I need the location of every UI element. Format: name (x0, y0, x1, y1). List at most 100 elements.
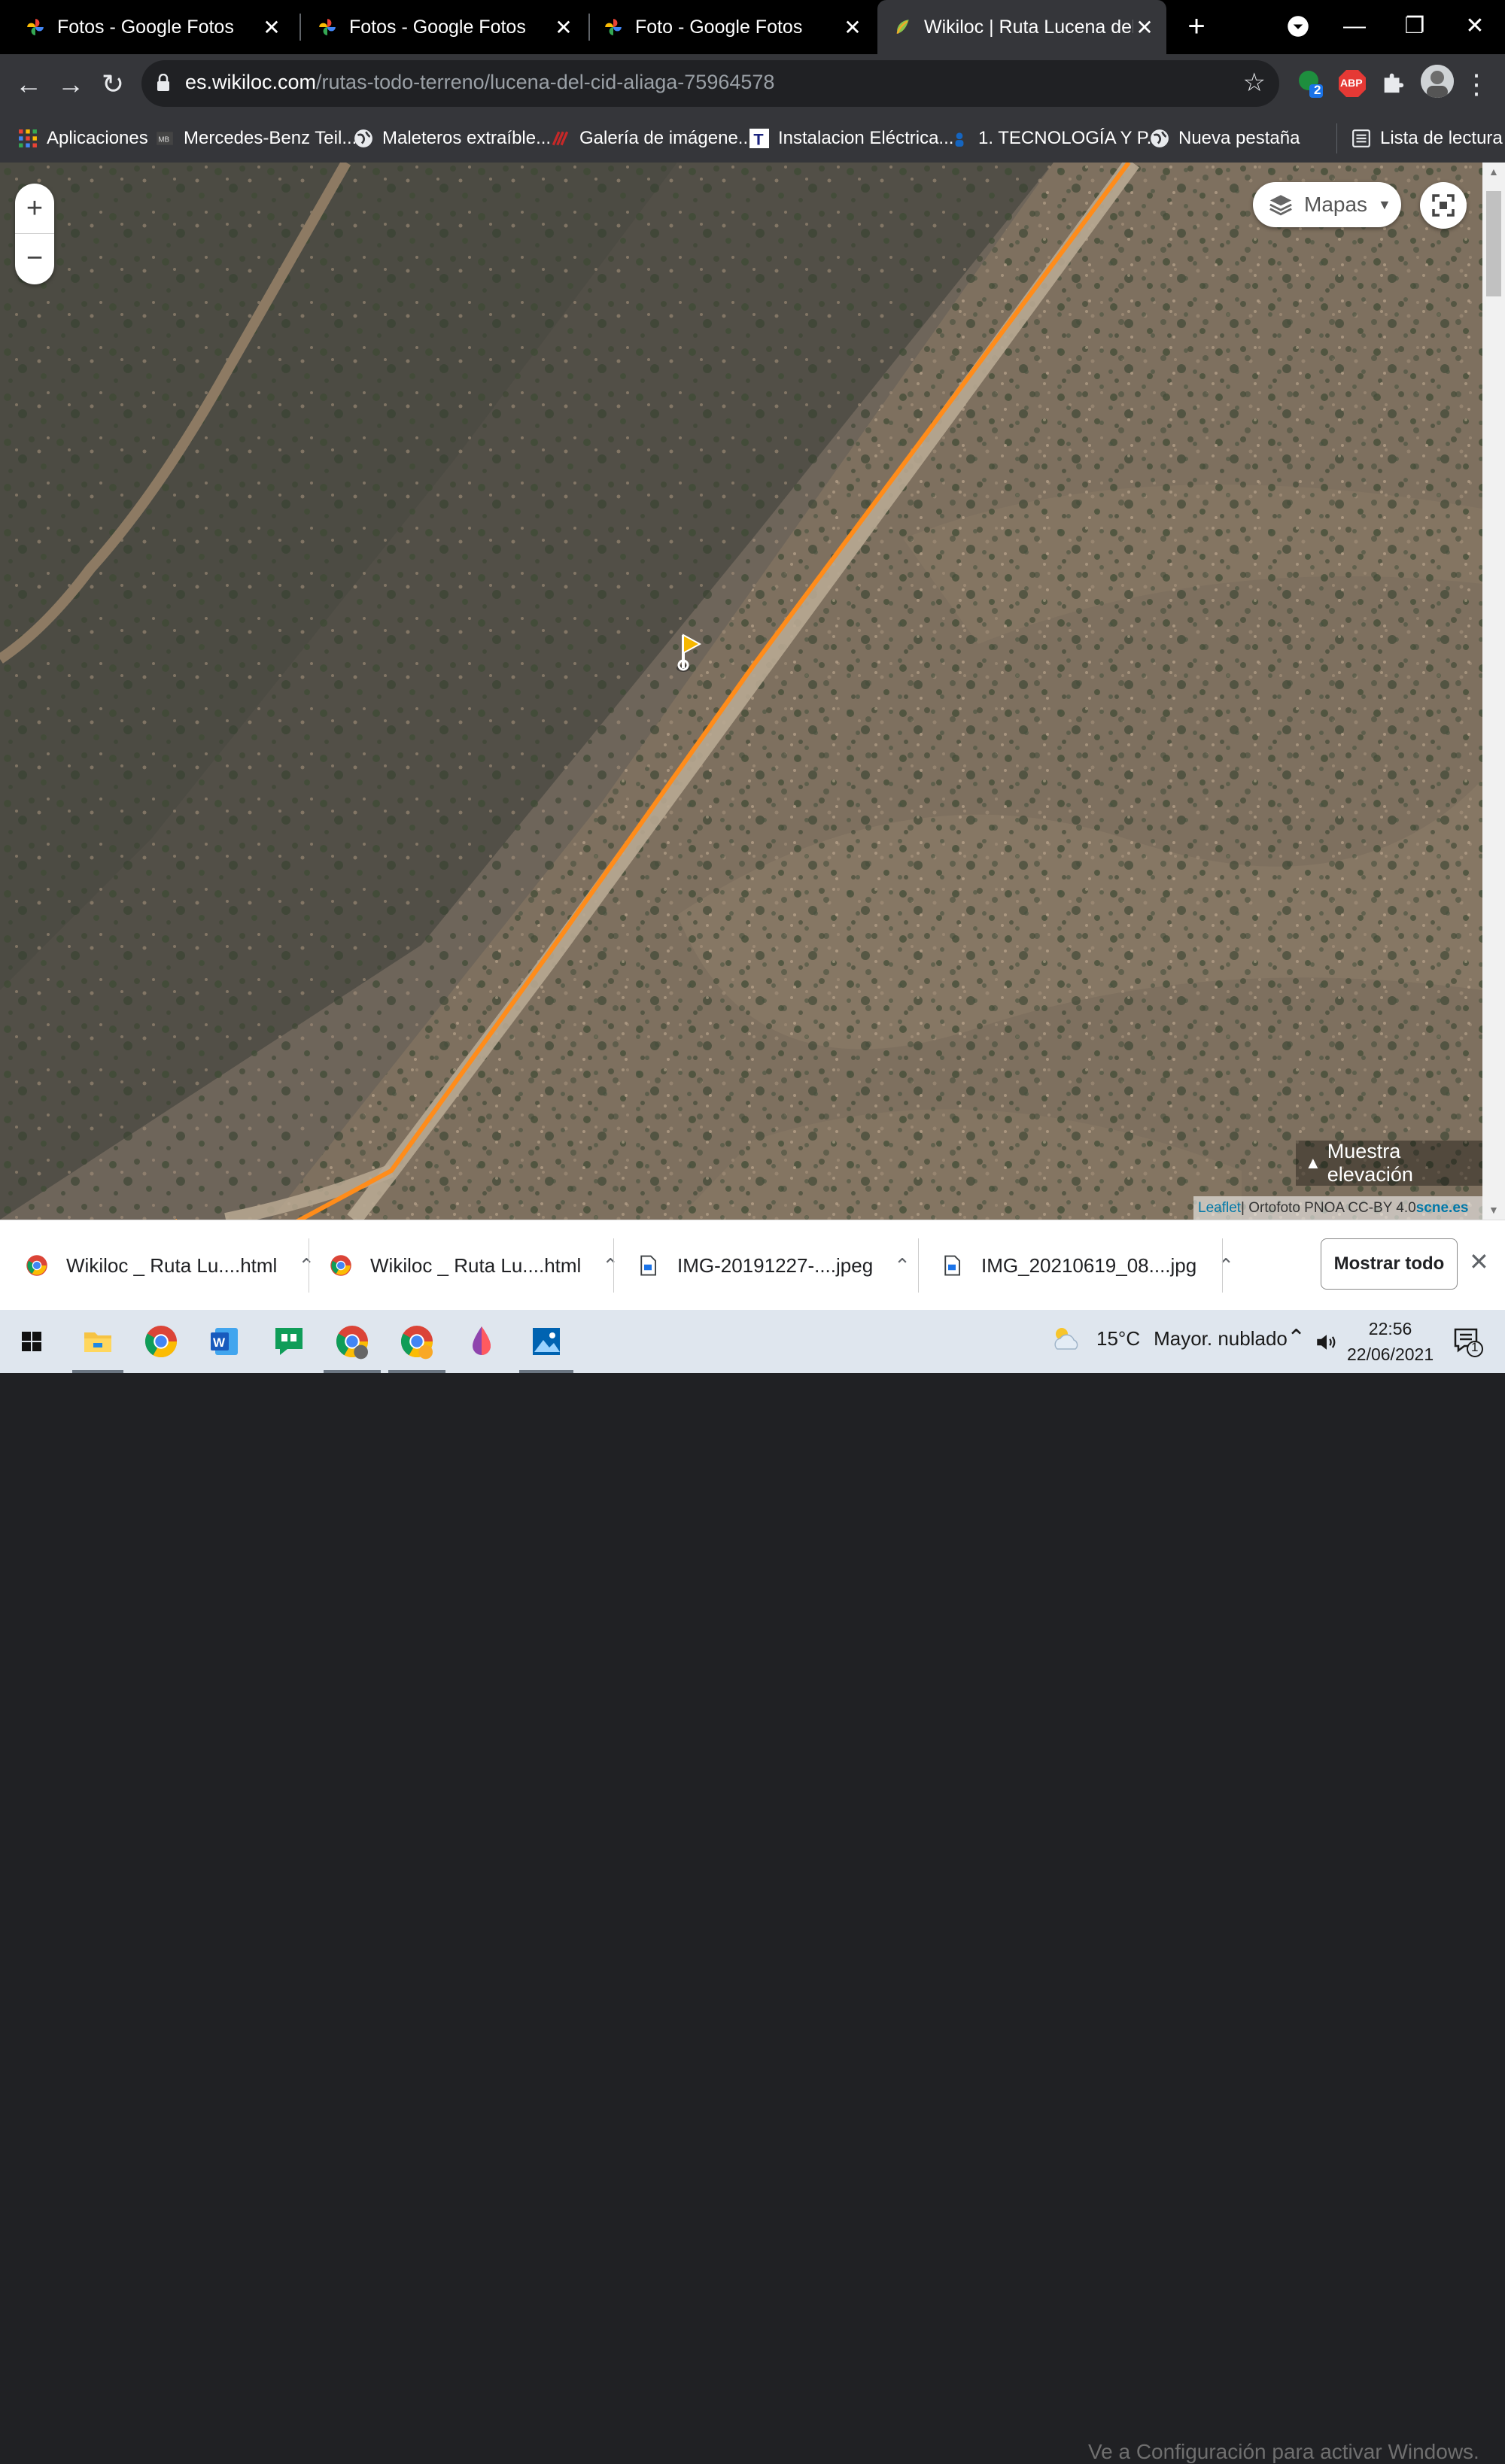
bookmarks-bar: Aplicaciones MB Mercedes-Benz Teil... Ma… (0, 114, 1505, 163)
bookmark-star-icon[interactable]: ☆ (1243, 68, 1266, 98)
temperature: 15°C (1096, 1326, 1141, 1350)
caret-down-icon: ▼ (1378, 196, 1391, 212)
tab-google-photos-2[interactable]: Fotos - Google Fotos ✕ (301, 0, 585, 54)
zoom-out-button[interactable]: − (15, 233, 54, 283)
tray-chevron-up-icon[interactable]: ⌃ (1287, 1325, 1306, 1351)
profile-avatar[interactable] (1421, 65, 1454, 98)
bookmark-galeria[interactable]: Galería de imágene... (551, 123, 753, 153)
reload-button[interactable]: ↻ (95, 66, 131, 102)
folder-icon (84, 1332, 111, 1352)
extensions-button[interactable] (1380, 69, 1409, 98)
bookmark-maleteros[interactable]: Maleteros extraíble... (354, 123, 551, 153)
taskbar-chrome[interactable] (140, 1320, 182, 1363)
taskbar-chrome-profile-2[interactable] (396, 1320, 438, 1363)
file-icon (944, 1255, 960, 1276)
fullscreen-button[interactable] (1420, 182, 1467, 229)
globe-icon (354, 129, 372, 147)
url-text: es.wikiloc.com/rutas-todo-terreno/lucena… (185, 71, 774, 94)
taskbar-chrome-profile-1[interactable] (331, 1320, 373, 1363)
layers-icon (1269, 195, 1292, 216)
chat-icon (275, 1328, 303, 1355)
show-elevation-button[interactable]: ▲ Muestra elevación (1296, 1140, 1482, 1186)
download-item[interactable]: Wikiloc _ Ruta Lu....html ⌃ (330, 1234, 619, 1297)
show-all-downloads-button[interactable]: Mostrar todo (1321, 1238, 1458, 1290)
adblock-plus-button[interactable]: ABP (1338, 69, 1367, 98)
page-scrollbar[interactable]: ▲ ▼ (1482, 163, 1505, 1220)
taskbar-hangouts[interactable] (268, 1320, 310, 1363)
scroll-down-arrow-icon[interactable]: ▼ (1488, 1204, 1499, 1216)
tab-wikiloc[interactable]: Wikiloc | Ruta Lucena del Cid ✕ (877, 0, 1166, 54)
restore-button[interactable]: ❐ (1392, 8, 1437, 45)
back-button[interactable]: ← (11, 66, 47, 102)
bookmark-label: Nueva pestaña (1178, 128, 1300, 148)
taskbar-word[interactable]: W (205, 1320, 247, 1363)
taskbar-paint[interactable] (461, 1320, 503, 1363)
address-bar[interactable]: es.wikiloc.com/rutas-todo-terreno/lucena… (141, 60, 1279, 107)
download-item[interactable]: Wikiloc _ Ruta Lu....html ⌃ (26, 1234, 315, 1297)
chevron-up-icon[interactable]: ⌃ (602, 1254, 619, 1278)
taskbar-clock[interactable]: 22:56 22/06/2021 (1347, 1316, 1434, 1367)
reading-list-button[interactable]: Lista de lectura (1351, 123, 1503, 153)
chevron-up-icon: ▲ (1305, 1153, 1321, 1172)
scne-link[interactable]: scne.es (1416, 1200, 1469, 1217)
chevron-up-icon[interactable]: ⌃ (298, 1254, 315, 1278)
action-center-button[interactable]: 1 (1451, 1325, 1484, 1358)
svg-text:MB: MB (158, 135, 169, 144)
bookmark-apps[interactable]: Aplicaciones (18, 123, 148, 153)
tab-google-photo[interactable]: Foto - Google Fotos ✕ (590, 0, 874, 54)
new-tab-button[interactable]: + (1174, 8, 1219, 45)
extension-badge: 2 (1314, 83, 1321, 97)
minimize-button[interactable]: — (1332, 8, 1377, 45)
browser-toolbar: ← → ↻ es.wikiloc.com/rutas-todo-terreno/… (0, 54, 1505, 114)
bookmarks-divider (1336, 123, 1337, 153)
scroll-up-arrow-icon[interactable]: ▲ (1488, 166, 1499, 178)
zoom-control: + − (15, 184, 54, 284)
map-view[interactable]: + − Mapas ▼ ▲ Muestra elevación Leaflet … (0, 163, 1482, 1220)
tab-strip: Fotos - Google Fotos ✕ Fotos - Google Fo… (0, 0, 1505, 54)
download-item[interactable]: IMG-20191227-....jpeg ⌃ (637, 1234, 911, 1297)
tab-close-icon[interactable]: ✕ (260, 15, 283, 40)
svg-text:W: W (213, 1335, 226, 1350)
forward-button[interactable]: → (53, 66, 89, 102)
chevron-up-icon[interactable]: ⌃ (1218, 1254, 1234, 1278)
start-button[interactable] (11, 1320, 53, 1363)
tab-close-icon[interactable]: ✕ (552, 15, 575, 40)
reading-list-label: Lista de lectura (1380, 128, 1503, 148)
tab-google-photos-1[interactable]: Fotos - Google Fotos ✕ (0, 0, 293, 54)
bookmark-mercedes[interactable]: MB Mercedes-Benz Teil... (155, 123, 357, 153)
person-icon (955, 132, 964, 147)
puzzle-icon (1384, 73, 1404, 93)
map-layers-button[interactable]: Mapas ▼ (1253, 182, 1401, 227)
zoom-in-button[interactable]: + (15, 184, 54, 233)
bookmark-nueva-pestana[interactable]: Nueva pestaña (1150, 123, 1300, 153)
t-icon: T (749, 129, 769, 148)
svg-text:T: T (753, 130, 763, 148)
speaker-icon[interactable] (1314, 1329, 1339, 1355)
weather-widget[interactable]: 15°C Mayor. nublado (1050, 1323, 1288, 1354)
bookmark-label: Maleteros extraíble... (382, 128, 552, 148)
map-attribution: Leaflet | Ortofoto PNOA CC-BY 4.0 scne.e… (1193, 1196, 1482, 1220)
tab-search-button[interactable] (1275, 8, 1321, 45)
taskbar-file-explorer[interactable] (77, 1320, 119, 1363)
taskbar-photos[interactable] (525, 1320, 567, 1363)
chrome-icon (400, 1326, 433, 1360)
clock-time: 22:56 (1368, 1319, 1412, 1338)
scrollbar-thumb[interactable] (1486, 191, 1501, 296)
leaflet-link[interactable]: Leaflet (1198, 1200, 1241, 1217)
close-window-button[interactable]: ✕ (1452, 8, 1497, 45)
abp-label: ABP (1340, 77, 1363, 89)
file-icon (640, 1255, 656, 1276)
bookmark-tecnologia[interactable]: 1. TECNOLOGÍA Y P... (950, 123, 1162, 153)
download-item[interactable]: IMG_20210619_08....jpg ⌃ (941, 1234, 1234, 1297)
close-downloads-bar-icon[interactable]: ✕ (1469, 1247, 1489, 1276)
extension-green-button[interactable]: 2 (1296, 69, 1324, 98)
bookmark-label: Instalacion Eléctrica... (778, 128, 954, 148)
tab-close-icon[interactable]: ✕ (1133, 15, 1156, 40)
chrome-menu-button[interactable]: ⋮ (1458, 66, 1494, 102)
paint-drop-icon (473, 1326, 491, 1355)
tab-close-icon[interactable]: ✕ (841, 15, 864, 40)
bookmark-instalacion[interactable]: T Instalacion Eléctrica... (749, 123, 953, 153)
chevron-up-icon[interactable]: ⌃ (894, 1254, 911, 1278)
url-path: /rutas-todo-terreno/lucena-del-cid-aliag… (316, 71, 775, 93)
wikiloc-icon (896, 20, 909, 35)
